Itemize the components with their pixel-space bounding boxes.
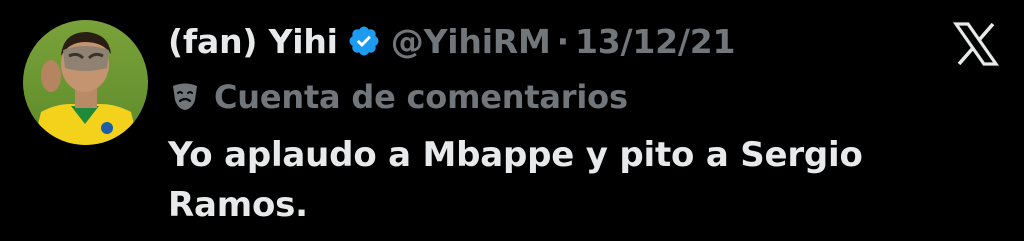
community-tag[interactable]: Cuenta de comentarios <box>168 75 628 119</box>
verified-badge-icon <box>347 24 381 58</box>
avatar[interactable] <box>23 20 148 145</box>
theater-masks-icon <box>170 82 200 112</box>
user-handle[interactable]: @YihiRM <box>391 22 551 61</box>
display-name[interactable]: (fan) Yihi <box>168 22 338 61</box>
separator-dot: · <box>556 21 570 61</box>
tweet-date[interactable]: 13/12/21 <box>575 22 735 61</box>
tweet-header: (fan) Yihi @YihiRM · 13/12/21 <box>168 17 735 65</box>
x-logo-icon[interactable] <box>952 22 1000 66</box>
community-label: Cuenta de comentarios <box>214 78 628 116</box>
tweet-card[interactable]: (fan) Yihi @YihiRM · 13/12/21 Cuenta de … <box>0 0 1024 241</box>
avatar-image <box>23 20 148 145</box>
tweet-text: Yo aplaudo a Mbappe y pito a Sergio Ramo… <box>168 135 863 225</box>
